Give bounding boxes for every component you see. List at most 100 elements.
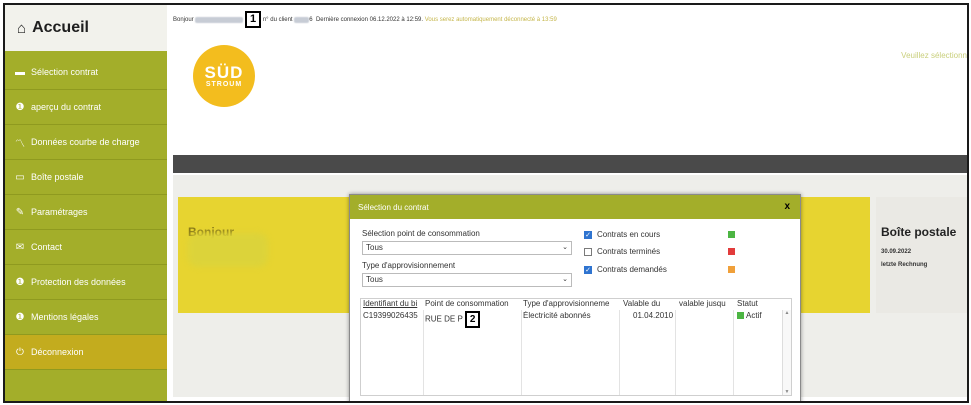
redacted-client-number: xxxxx — [294, 17, 310, 24]
top-bar: Bonjour xxxxxxxxxxxxxxxx 1 n° du client … — [167, 5, 967, 33]
check-icon: ✓ — [584, 230, 592, 239]
info-icon: ❶ — [15, 101, 25, 113]
wrench-icon: ✎ — [15, 206, 25, 218]
yellow-card — [799, 197, 870, 313]
checkbox-label: Contrats en cours — [597, 230, 661, 239]
column-header-statut[interactable]: Statut — [737, 299, 777, 308]
column-header-valable-du[interactable]: Valable du — [623, 299, 679, 308]
redacted-blob — [188, 233, 268, 267]
sidebar-item-label: Mentions légales — [31, 312, 99, 322]
greeting-text: Bonjour — [173, 17, 194, 24]
column-header-point-consommation[interactable]: Point de consommation — [425, 299, 519, 308]
sidebar-item-boite-postale[interactable]: ▭ Boîte postale — [5, 160, 167, 195]
folder-icon: ▬ — [15, 66, 25, 78]
consumption-point-value: Tous — [366, 243, 383, 252]
sidebar-item-contact[interactable]: ✉ Contact — [5, 230, 167, 265]
chevron-down-icon: ⌄ — [562, 276, 568, 283]
cell-point-text: RUE DE P — [425, 314, 463, 324]
consumption-point-select[interactable]: Tous ⌄ — [362, 241, 572, 255]
auto-logout-text: Vous serez automatiquement déconnecté à … — [424, 17, 557, 24]
header-band — [173, 155, 967, 173]
close-icon[interactable]: x — [784, 201, 790, 212]
column-divider — [619, 310, 620, 395]
status-text: Actif — [746, 311, 762, 320]
column-divider — [423, 310, 424, 395]
column-header-valable-jusqu[interactable]: valable jusqu — [679, 299, 735, 308]
sidebar-item-label: Paramétrages — [31, 207, 88, 217]
sidebar-item-label: Contact — [31, 242, 63, 252]
cell-statut: Actif — [737, 311, 777, 320]
table-scrollbar[interactable]: ▲ ▼ — [782, 310, 791, 395]
empty-checkbox-icon — [584, 247, 592, 256]
sidebar-item-courbe-de-charge[interactable]: 〽 Données courbe de charge — [5, 125, 167, 160]
status-color-red — [728, 248, 735, 255]
checkbox-contrats-termines[interactable]: Contrats terminés — [584, 247, 660, 256]
annotation-marker-1: 1 — [245, 11, 262, 28]
power-icon: ⏻ — [16, 346, 24, 358]
chevron-down-icon: ⌄ — [562, 244, 568, 251]
sidebar-item-deconnexion[interactable]: ⏻ Déconnexion — [5, 335, 167, 370]
sidebar-item-parametrages[interactable]: ✎ Paramétrages — [5, 195, 167, 230]
column-divider — [521, 310, 522, 395]
line-chart-icon: 〽 — [15, 138, 25, 150]
welcome-message: Bonjour xxxxxxxxxxxxxxxx 1 n° du client … — [173, 11, 557, 28]
postbox-card-date: 30.09.2022 — [881, 249, 912, 255]
sidebar-item-label: Déconnexion — [31, 347, 84, 357]
inbox-icon: ▭ — [15, 171, 25, 183]
sidebar-item-selection-contrat[interactable]: ▬ Sélection contrat — [5, 55, 167, 90]
contracts-table: Identifiant du bi Point de consommation … — [360, 298, 792, 396]
cell-point-consommation: RUE DE P 2 — [425, 311, 521, 328]
sidebar-item-label: aperçu du contrat — [31, 102, 102, 112]
contract-selection-modal: Sélection du contrat x Sélection point d… — [349, 194, 801, 401]
client-label: n° du client — [262, 17, 293, 24]
annotation-marker-2: 2 — [464, 311, 481, 328]
checkbox-label: Contrats terminés — [597, 247, 661, 256]
scroll-down-icon[interactable]: ▼ — [783, 389, 791, 395]
supply-type-select[interactable]: Tous ⌄ — [362, 273, 572, 287]
cell-type-approvisionnement: Électricité abonnés — [523, 311, 591, 320]
postbox-card[interactable]: Boîte postale 30.09.2022 letzte Rechnung — [876, 197, 967, 313]
last-login-text: Dernière connexion 06.12.2022 à 12:59. — [315, 17, 424, 24]
company-logo: SÜD STROUM — [193, 45, 255, 107]
logo-line-1: SÜD — [204, 63, 244, 82]
sidebar-item-label: Boîte postale — [31, 172, 84, 182]
home-label: Accueil — [32, 19, 89, 36]
column-header-type-approvisionnement[interactable]: Type d'approvisionneme — [523, 299, 615, 308]
redacted-name: xxxxxxxxxxxxxxxx — [195, 17, 244, 24]
info-icon: ❶ — [15, 276, 25, 288]
checkbox-contrats-demandes[interactable]: ✓ Contrats demandés — [584, 265, 667, 274]
postbox-card-subtitle: letzte Rechnung — [881, 262, 928, 268]
column-header-identifiant[interactable]: Identifiant du bi — [363, 299, 423, 308]
client-suffix: 6 — [309, 17, 313, 24]
check-icon: ✓ — [584, 265, 592, 274]
sidebar-item-protection-donnees[interactable]: ❶ Protection des données — [5, 265, 167, 300]
logo-line-2: STROUM — [205, 81, 243, 88]
postbox-card-title: Boîte postale — [881, 225, 957, 239]
scroll-up-icon[interactable]: ▲ — [783, 310, 791, 316]
envelope-icon: ✉ — [15, 241, 25, 253]
sidebar-item-label: Données courbe de charge — [31, 137, 140, 147]
column-divider — [733, 310, 734, 395]
welcome-card: Bonjour — [178, 197, 351, 313]
sidebar-home[interactable]: ⌂ Accueil — [5, 5, 167, 51]
status-color-orange — [728, 266, 735, 273]
sidebar-item-label: Protection des données — [31, 277, 126, 287]
home-icon: ⌂ — [17, 19, 27, 37]
app-frame: ⌂ Accueil ▬ Sélection contrat ❶ aperçu d… — [3, 3, 969, 403]
checkbox-contrats-en-cours[interactable]: ✓ Contrats en cours — [584, 230, 660, 239]
sidebar-item-mentions-legales[interactable]: ❶ Mentions légales — [5, 300, 167, 335]
consumption-point-label: Sélection point de consommation — [362, 229, 480, 238]
status-active-icon — [737, 312, 744, 320]
column-divider — [675, 310, 676, 395]
supply-type-value: Tous — [366, 275, 383, 284]
supply-type-label: Type d'approvisionnement — [362, 261, 456, 270]
sidebar-nav: ▬ Sélection contrat ❶ aperçu du contrat … — [5, 55, 167, 370]
info-icon: ❶ — [15, 311, 25, 323]
modal-title: Sélection du contrat — [358, 202, 429, 212]
modal-header: Sélection du contrat x — [350, 195, 800, 219]
select-hint-text: Veuillez sélectionn — [901, 51, 967, 60]
sidebar-item-apercu-contrat[interactable]: ❶ aperçu du contrat — [5, 90, 167, 125]
sidebar: ⌂ Accueil ▬ Sélection contrat ❶ aperçu d… — [5, 5, 167, 401]
status-color-green — [728, 231, 735, 238]
cell-identifiant: C19399026435 — [363, 311, 418, 320]
